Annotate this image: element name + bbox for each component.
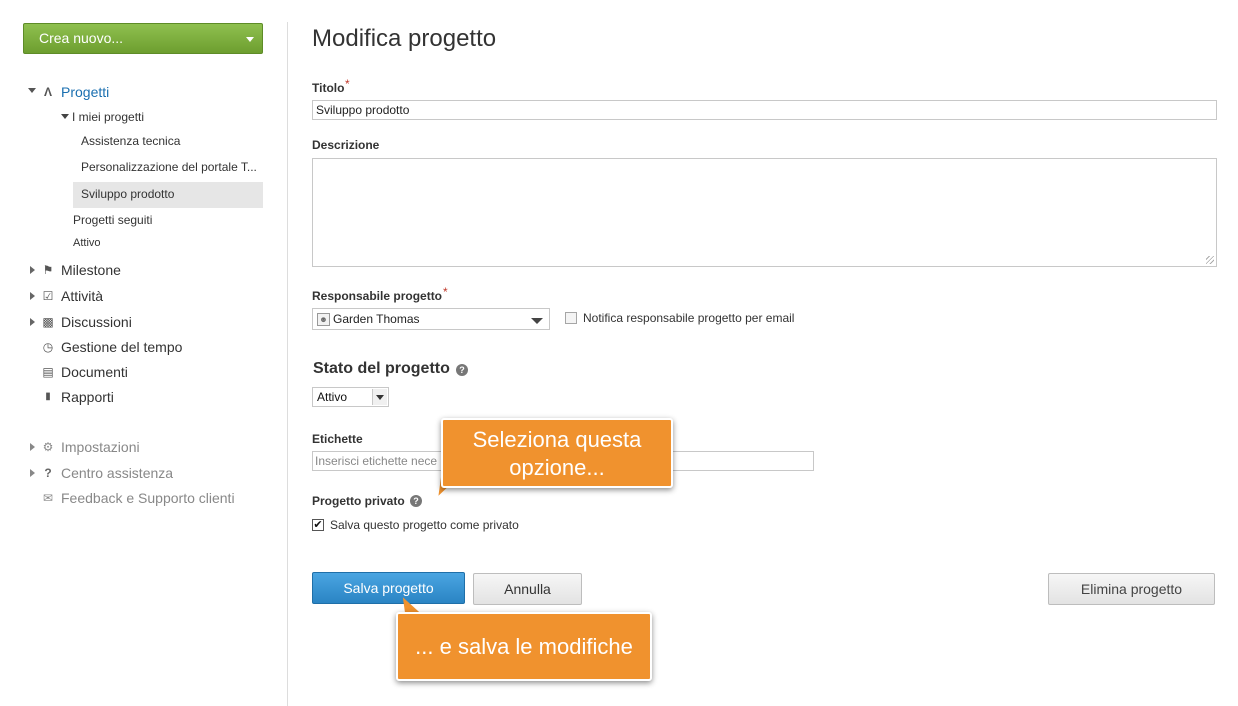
expand-icon[interactable] bbox=[30, 292, 35, 300]
sidebar-item-reports[interactable]: Rapporti bbox=[61, 389, 114, 405]
gear-icon: ⚙ bbox=[42, 440, 54, 454]
discussion-icon: ▩ bbox=[42, 315, 54, 329]
delete-project-button[interactable]: Elimina progetto bbox=[1048, 573, 1215, 605]
private-label: Progetto privato bbox=[312, 494, 405, 508]
private-checkbox[interactable]: ✔ bbox=[312, 519, 324, 531]
owner-select[interactable]: ☻ Garden Thomas bbox=[312, 308, 550, 330]
expand-icon[interactable] bbox=[30, 266, 35, 274]
notify-owner-checkbox[interactable] bbox=[565, 312, 577, 324]
expand-icon[interactable] bbox=[30, 443, 35, 451]
sidebar-item-tasks[interactable]: Attività bbox=[61, 288, 103, 304]
collapse-icon[interactable] bbox=[61, 114, 69, 119]
collapse-icon[interactable] bbox=[28, 88, 36, 93]
sidebar-item-active[interactable]: Attivo bbox=[73, 237, 101, 249]
tags-placeholder: Inserisci etichette nece bbox=[315, 454, 438, 468]
sidebar-item-feedback[interactable]: Feedback e Supporto clienti bbox=[61, 490, 235, 506]
sidebar-item-discussions[interactable]: Discussioni bbox=[61, 314, 132, 330]
owner-value: Garden Thomas bbox=[333, 312, 420, 326]
bar-chart-icon: ▮ bbox=[45, 391, 51, 402]
clock-icon: ◷ bbox=[42, 340, 54, 354]
sidebar-item-projects[interactable]: Progetti bbox=[61, 84, 109, 100]
chevron-down-icon bbox=[376, 395, 384, 400]
dropdown-button[interactable] bbox=[372, 389, 387, 405]
document-icon: ▤ bbox=[42, 365, 54, 379]
page-title: Modifica progetto bbox=[312, 25, 497, 52]
owner-label: Responsabile progetto bbox=[312, 289, 443, 303]
help-icon[interactable]: ? bbox=[456, 364, 468, 376]
save-project-button[interactable]: Salva progetto bbox=[312, 572, 465, 604]
create-new-button[interactable]: Crea nuovo... bbox=[23, 23, 263, 54]
chevron-down-icon bbox=[531, 318, 543, 324]
sidebar-item-settings[interactable]: Impostazioni bbox=[61, 439, 140, 455]
flag-icon: ⚑ bbox=[42, 263, 54, 277]
resize-handle-icon[interactable] bbox=[1206, 256, 1214, 264]
user-icon: ☻ bbox=[317, 313, 330, 326]
sidebar-item-time-tracking[interactable]: Gestione del tempo bbox=[61, 339, 182, 355]
megaphone-icon: ✉ bbox=[42, 491, 54, 505]
sidebar-item-my-projects[interactable]: I miei progetti bbox=[72, 110, 144, 124]
sidebar-item-milestone[interactable]: Milestone bbox=[61, 262, 121, 278]
description-textarea[interactable] bbox=[312, 158, 1217, 267]
sidebar-item-help-center[interactable]: Centro assistenza bbox=[61, 465, 173, 481]
tags-label: Etichette bbox=[312, 432, 363, 446]
tutorial-callout-select-option: Seleziona questa opzione... bbox=[441, 418, 673, 488]
projects-icon: Λ bbox=[43, 85, 52, 99]
tutorial-callout-save-changes: ... e salva le modifiche bbox=[396, 612, 652, 681]
expand-icon[interactable] bbox=[30, 469, 35, 477]
sidebar-project-item[interactable]: Personalizzazione del portale T... bbox=[81, 160, 257, 174]
title-label: Titolo bbox=[312, 81, 345, 95]
sidebar-item-followed[interactable]: Progetti seguiti bbox=[73, 213, 152, 227]
status-select[interactable]: Attivo bbox=[312, 387, 389, 407]
question-icon: ? bbox=[44, 466, 52, 480]
notify-owner-label: Notifica responsabile progetto per email bbox=[583, 311, 795, 325]
help-icon[interactable]: ? bbox=[410, 495, 422, 507]
cancel-button[interactable]: Annulla bbox=[473, 573, 582, 605]
status-heading: Stato del progetto bbox=[313, 360, 450, 377]
caret-down-icon bbox=[246, 37, 254, 42]
status-value: Attivo bbox=[317, 390, 348, 404]
sidebar-project-item-selected[interactable]: Sviluppo prodotto bbox=[81, 187, 174, 201]
required-mark: * bbox=[443, 285, 448, 299]
required-mark: * bbox=[345, 77, 350, 91]
title-input[interactable]: Sviluppo prodotto bbox=[312, 100, 1217, 120]
sidebar-project-item[interactable]: Assistenza tecnica bbox=[81, 134, 180, 148]
checkbox-task-icon: ☑ bbox=[42, 289, 54, 303]
create-new-label: Crea nuovo... bbox=[39, 30, 124, 46]
description-label: Descrizione bbox=[312, 138, 380, 152]
sidebar-divider bbox=[287, 22, 288, 706]
private-checkbox-label: Salva questo progetto come privato bbox=[330, 518, 519, 532]
sidebar-item-documents[interactable]: Documenti bbox=[61, 364, 128, 380]
expand-icon[interactable] bbox=[30, 318, 35, 326]
